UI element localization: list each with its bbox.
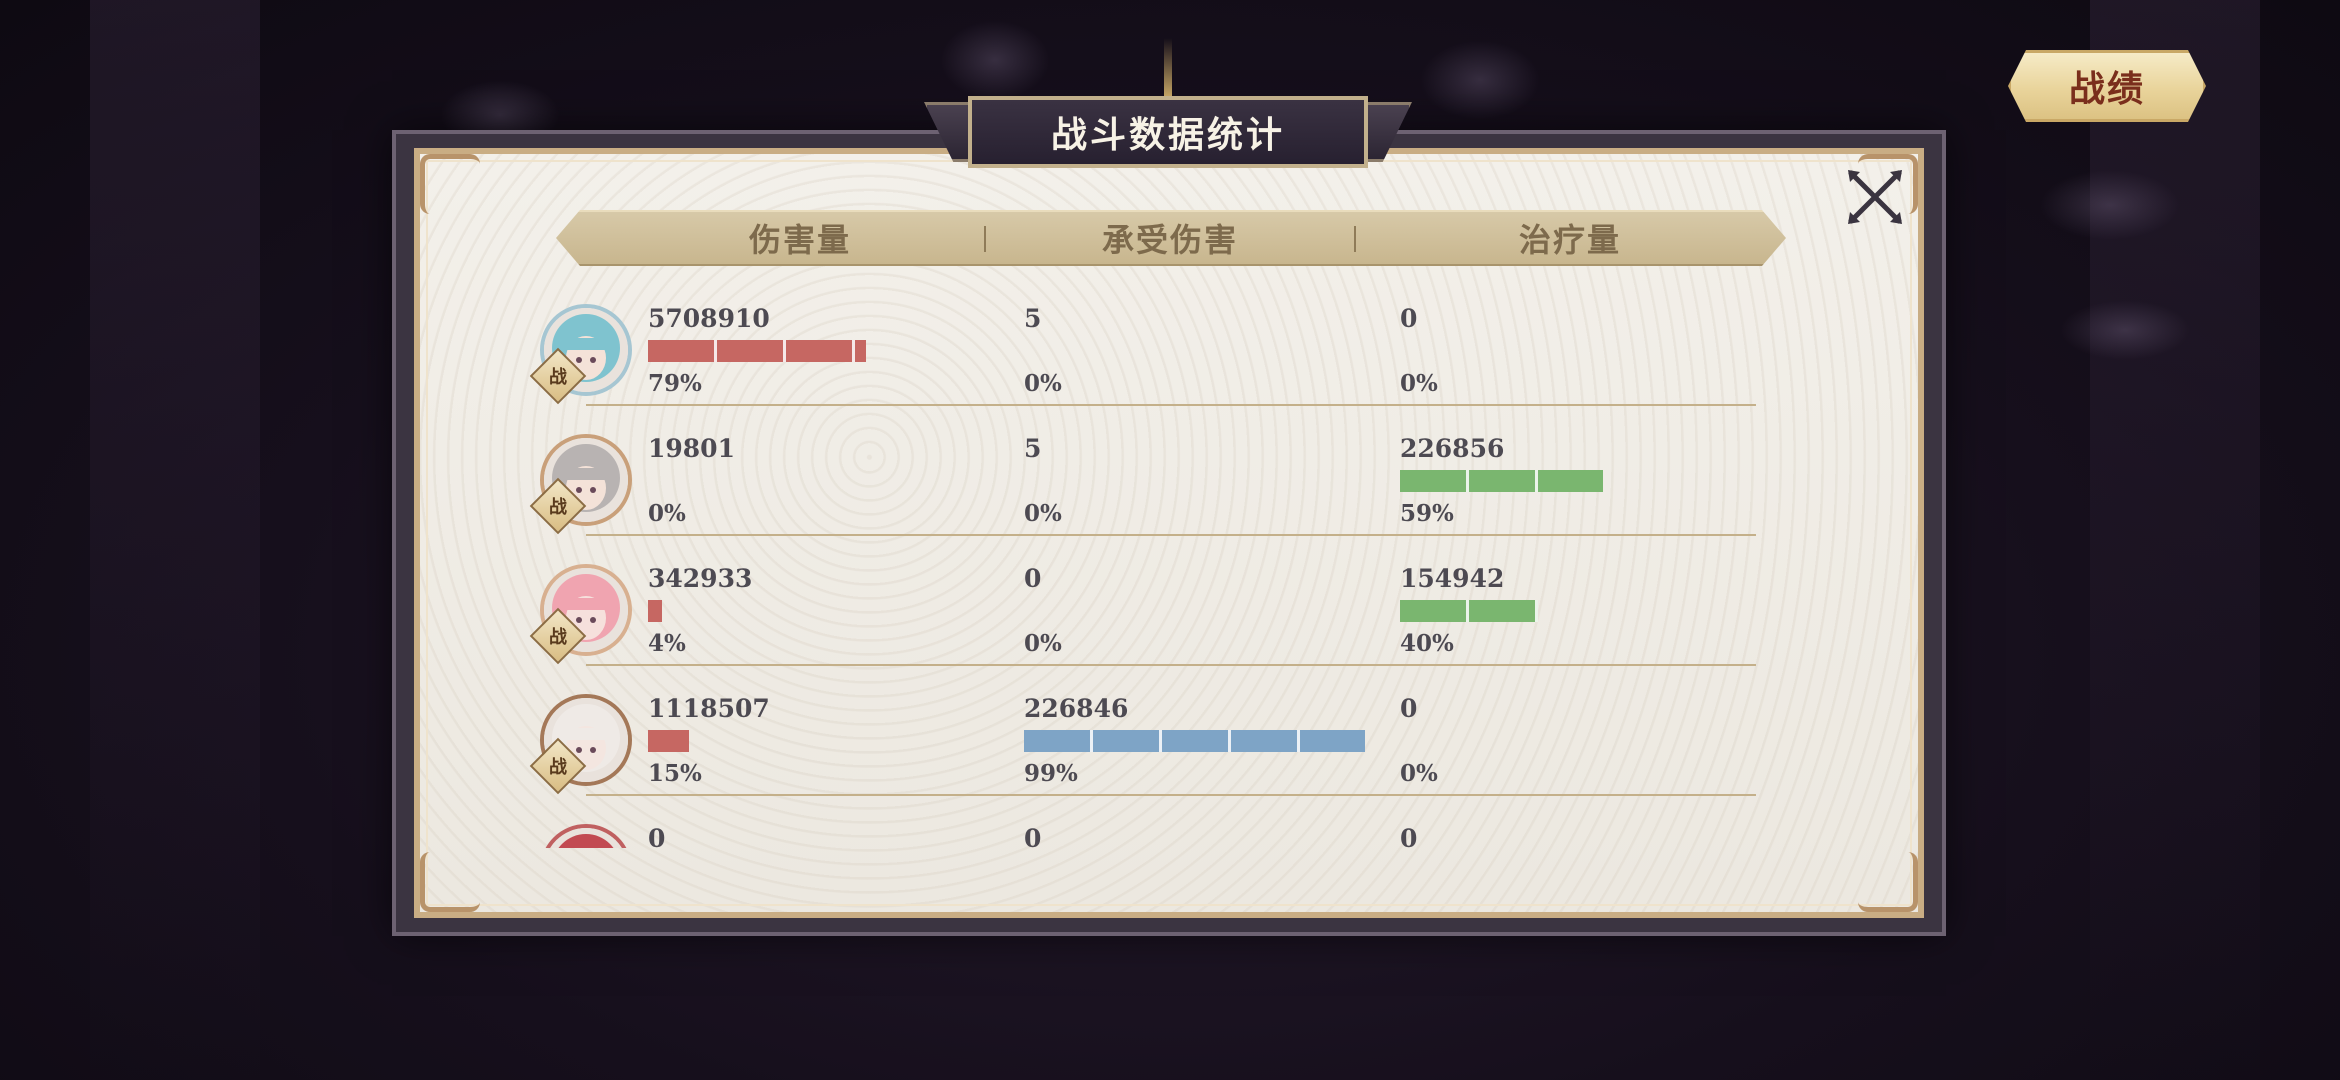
- stat-damage-percent: 0%: [648, 500, 686, 527]
- stat-damage-value: 1118507: [648, 694, 770, 723]
- stat-damage-bar: [648, 340, 866, 362]
- stat-damage-taken: 226846 99%: [1024, 694, 1384, 804]
- stat-damage-value: 19801: [648, 434, 735, 463]
- stat-damage-bar: [648, 600, 662, 622]
- stat-healing-bar: [1400, 600, 1538, 622]
- background-lamp: [2040, 170, 2180, 240]
- stat-damage-taken-percent: 99%: [1024, 760, 1078, 787]
- column-header-healing: 治疗量: [1518, 221, 1621, 259]
- stat-damage-bar: [648, 730, 689, 752]
- stat-damage: 342933 4%: [648, 564, 1008, 674]
- title-banner: 战斗数据统计: [924, 38, 1412, 186]
- column-header-damage-taken: 承受伤害: [1101, 221, 1238, 259]
- role-badge-label: 战: [549, 497, 567, 518]
- stat-damage-taken-value: 226846: [1024, 694, 1129, 723]
- stat-healing-percent: 59%: [1400, 500, 1454, 527]
- stat-healing-value: 0: [1400, 304, 1418, 333]
- column-header-damage: 伤害量: [748, 221, 851, 259]
- stat-damage-taken: 5 0%: [1024, 304, 1384, 414]
- stats-list[interactable]: 战 5708910 79% 5 0% 0 0% 战 19801 0% 5 0% 226856 59% 战 34…: [520, 276, 1820, 848]
- stat-damage-percent: 4%: [648, 630, 686, 657]
- player-row: 战 19801 0% 5 0% 226856 59%: [520, 406, 1820, 536]
- stat-damage-taken: 5 0%: [1024, 434, 1384, 544]
- stat-healing: 154942 40%: [1400, 564, 1760, 674]
- stat-healing: 0 0%: [1400, 304, 1760, 414]
- stat-damage: 5708910 79%: [648, 304, 1008, 414]
- stat-healing: 0: [1400, 824, 1760, 848]
- corner-ornament: [1858, 852, 1918, 912]
- stat-healing-bar: [1400, 470, 1603, 492]
- record-button[interactable]: 战绩: [2008, 50, 2206, 122]
- stat-damage-value: 5708910: [648, 304, 770, 333]
- stat-damage-taken-percent: 0%: [1024, 630, 1062, 657]
- stat-healing-value: 154942: [1400, 564, 1505, 593]
- stat-healing-value: 0: [1400, 694, 1418, 723]
- stat-damage-taken-value: 5: [1024, 434, 1042, 463]
- background-pillar-left: [90, 0, 260, 1080]
- stat-damage-taken-bar: [1024, 730, 1365, 752]
- stat-damage-taken-value: 5: [1024, 304, 1042, 333]
- stat-healing: 0 0%: [1400, 694, 1760, 804]
- title-ornament: [1164, 38, 1172, 98]
- player-row: 战 1118507 15% 226846 99% 0 0%: [520, 666, 1820, 796]
- corner-ornament: [420, 154, 480, 214]
- stat-damage-taken-value: 0: [1024, 564, 1042, 593]
- role-badge-label: 战: [549, 757, 567, 778]
- stat-damage-taken: 0 0%: [1024, 564, 1384, 674]
- character-portrait-icon: [544, 828, 628, 848]
- stat-damage: 0: [648, 824, 1008, 848]
- stat-healing-percent: 0%: [1400, 370, 1438, 397]
- stat-healing-value: 0: [1400, 824, 1418, 848]
- stat-healing-percent: 40%: [1400, 630, 1454, 657]
- stat-healing-value: 226856: [1400, 434, 1505, 463]
- stat-healing: 226856 59%: [1400, 434, 1760, 544]
- player-row: 战000: [520, 796, 1820, 848]
- player-row: 战 342933 4% 0 0% 154942 40%: [520, 536, 1820, 666]
- stat-damage-taken: 0: [1024, 824, 1384, 848]
- background-lamp: [1420, 40, 1540, 120]
- stat-damage-taken-value: 0: [1024, 824, 1042, 848]
- header-divider: [984, 226, 986, 252]
- corner-ornament: [420, 852, 480, 912]
- background-pillar-right: [2090, 0, 2260, 1080]
- stat-damage-percent: 15%: [648, 760, 702, 787]
- header-divider: [1354, 226, 1356, 252]
- stat-damage-taken-percent: 0%: [1024, 370, 1062, 397]
- stat-damage: 19801 0%: [648, 434, 1008, 544]
- stat-damage: 1118507 15%: [648, 694, 1008, 804]
- background-lamp: [2060, 300, 2190, 360]
- role-badge-label: 战: [549, 627, 567, 648]
- stat-healing-percent: 0%: [1400, 760, 1438, 787]
- player-row: 战 5708910 79% 5 0% 0 0%: [520, 276, 1820, 406]
- stat-damage-value: 342933: [648, 564, 753, 593]
- stat-damage-value: 0: [648, 824, 666, 848]
- close-icon: [1848, 170, 1902, 224]
- role-badge-label: 战: [549, 367, 567, 388]
- character-avatar[interactable]: [540, 824, 632, 848]
- close-button[interactable]: [1840, 162, 1910, 232]
- stat-damage-percent: 79%: [648, 370, 702, 397]
- page-title: 战斗数据统计: [968, 96, 1368, 168]
- stat-damage-taken-percent: 0%: [1024, 500, 1062, 527]
